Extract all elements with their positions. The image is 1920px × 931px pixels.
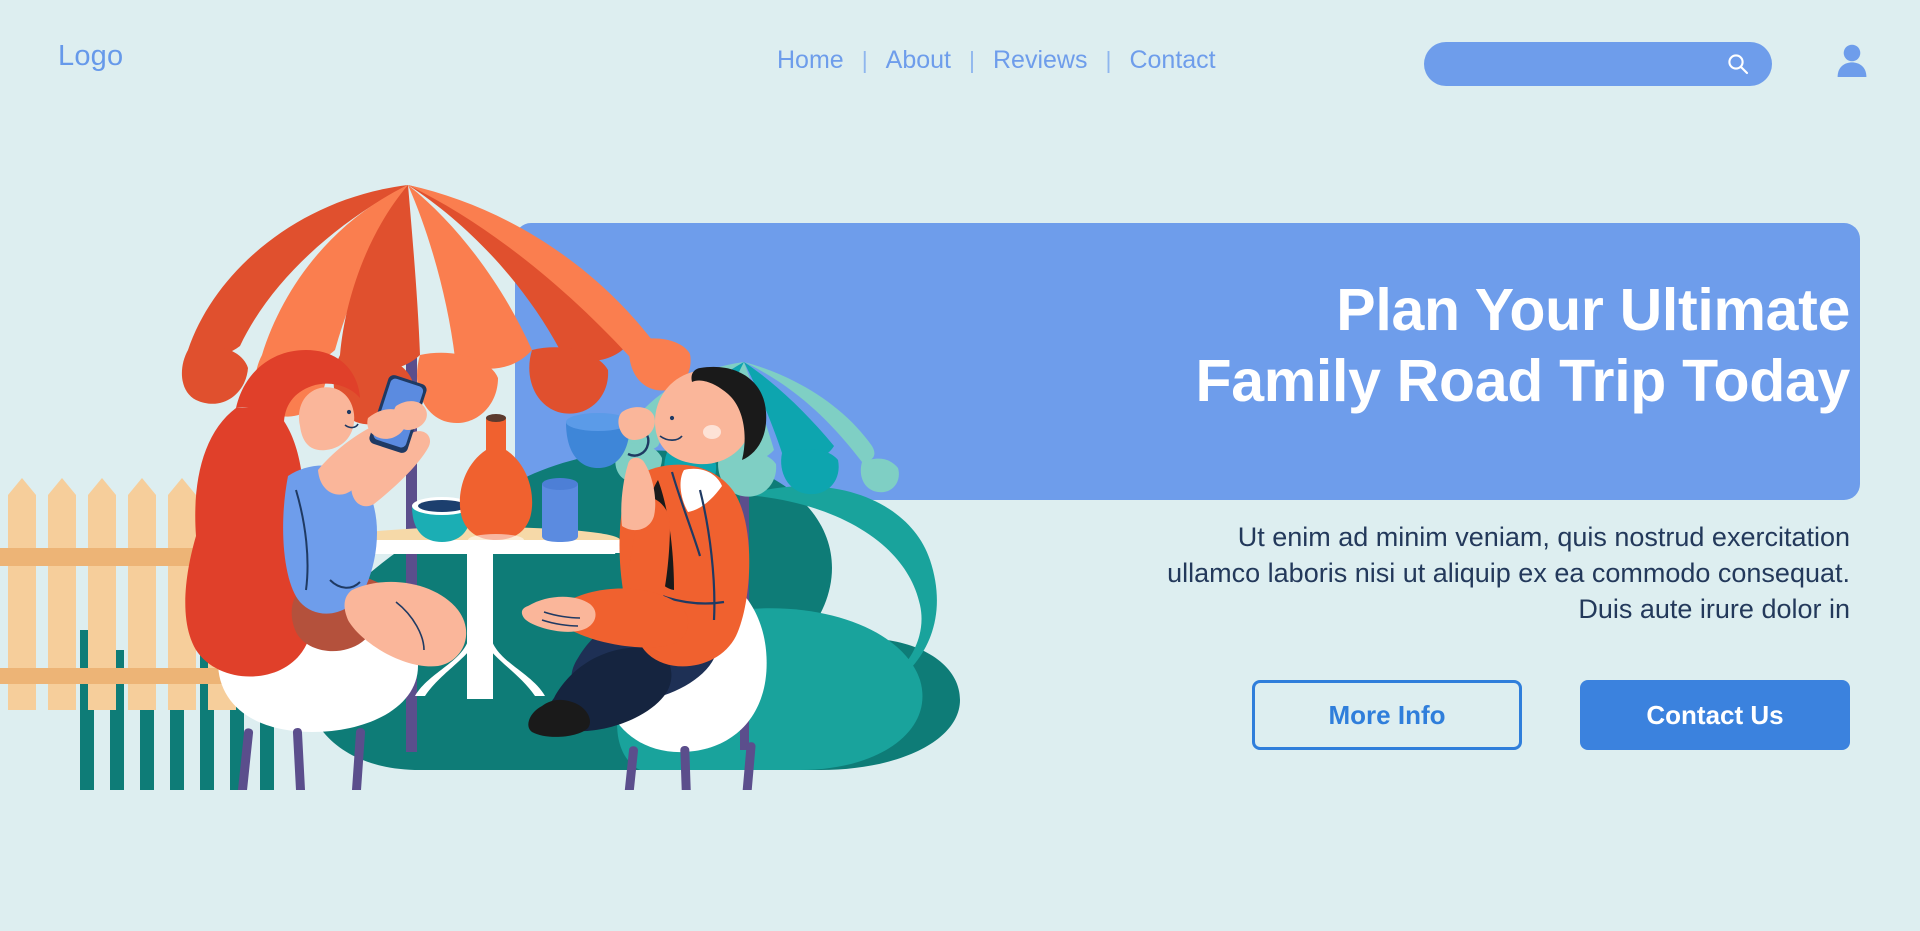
- nav-separator: |: [861, 47, 868, 73]
- nav-item-reviews[interactable]: Reviews: [981, 46, 1099, 75]
- orange-vase: [459, 414, 533, 546]
- hero-title-line-1: Plan Your Ultimate: [1336, 277, 1850, 343]
- page-title: Plan Your Ultimate Family Road Trip Toda…: [1010, 275, 1850, 417]
- blue-cup: [542, 478, 578, 542]
- contact-us-button[interactable]: Contact Us: [1580, 680, 1850, 750]
- hero-paragraph: Ut enim ad minim veniam, quis nostrud ex…: [1167, 522, 1850, 624]
- main-navigation: Home | About | Reviews | Contact: [765, 46, 1228, 75]
- user-account-icon[interactable]: [1836, 42, 1868, 80]
- outdoor-cafe-illustration: [0, 150, 1120, 790]
- hero-cta-group: More Info Contact Us: [1180, 680, 1850, 750]
- table-items: [412, 414, 578, 546]
- search-icon[interactable]: [1726, 52, 1750, 76]
- logo[interactable]: Logo: [58, 40, 123, 73]
- nav-separator: |: [969, 47, 975, 73]
- nav-item-about[interactable]: About: [874, 46, 963, 75]
- search-input[interactable]: [1424, 42, 1772, 86]
- nav-item-home[interactable]: Home: [765, 46, 856, 75]
- more-info-button[interactable]: More Info: [1252, 680, 1522, 750]
- hero-title-line-2: Family Road Trip Today: [1195, 347, 1850, 414]
- nav-separator: |: [1105, 47, 1112, 73]
- landing-page: Logo Home | About | Reviews | Contact Pl…: [0, 0, 1920, 931]
- nav-item-contact[interactable]: Contact: [1117, 46, 1227, 75]
- site-header: Logo Home | About | Reviews | Contact: [0, 0, 1920, 108]
